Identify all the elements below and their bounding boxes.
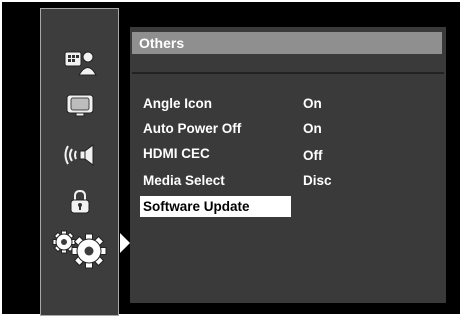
panel-title: Others	[132, 32, 442, 54]
menu-screen: Others Angle Icon On Auto Power Off On H…	[2, 2, 460, 316]
panel-divider	[132, 72, 444, 74]
others-panel: Others Angle Icon On Auto Power Off On H…	[130, 27, 446, 303]
menu-value-hdmi-cec: Off	[303, 148, 323, 163]
menu-item-hdmi-cec[interactable]: HDMI CEC	[143, 146, 210, 161]
audio-icon[interactable]	[62, 142, 98, 168]
language-icon[interactable]	[63, 48, 97, 76]
menu-value-auto-power-off: On	[303, 121, 322, 136]
display-icon[interactable]	[65, 93, 95, 119]
menu-value-angle-icon: On	[303, 96, 322, 111]
lock-icon[interactable]	[68, 189, 92, 215]
menu-item-software-update[interactable]: Software Update	[143, 199, 250, 214]
selection-arrow-icon	[120, 233, 130, 253]
others-gears-icon[interactable]	[49, 229, 111, 269]
menu-item-auto-power-off[interactable]: Auto Power Off	[143, 121, 241, 136]
settings-sidebar	[40, 8, 119, 316]
menu-value-media-select: Disc	[303, 173, 332, 188]
menu-item-media-select[interactable]: Media Select	[143, 173, 225, 188]
menu-item-angle-icon[interactable]: Angle Icon	[143, 96, 212, 111]
